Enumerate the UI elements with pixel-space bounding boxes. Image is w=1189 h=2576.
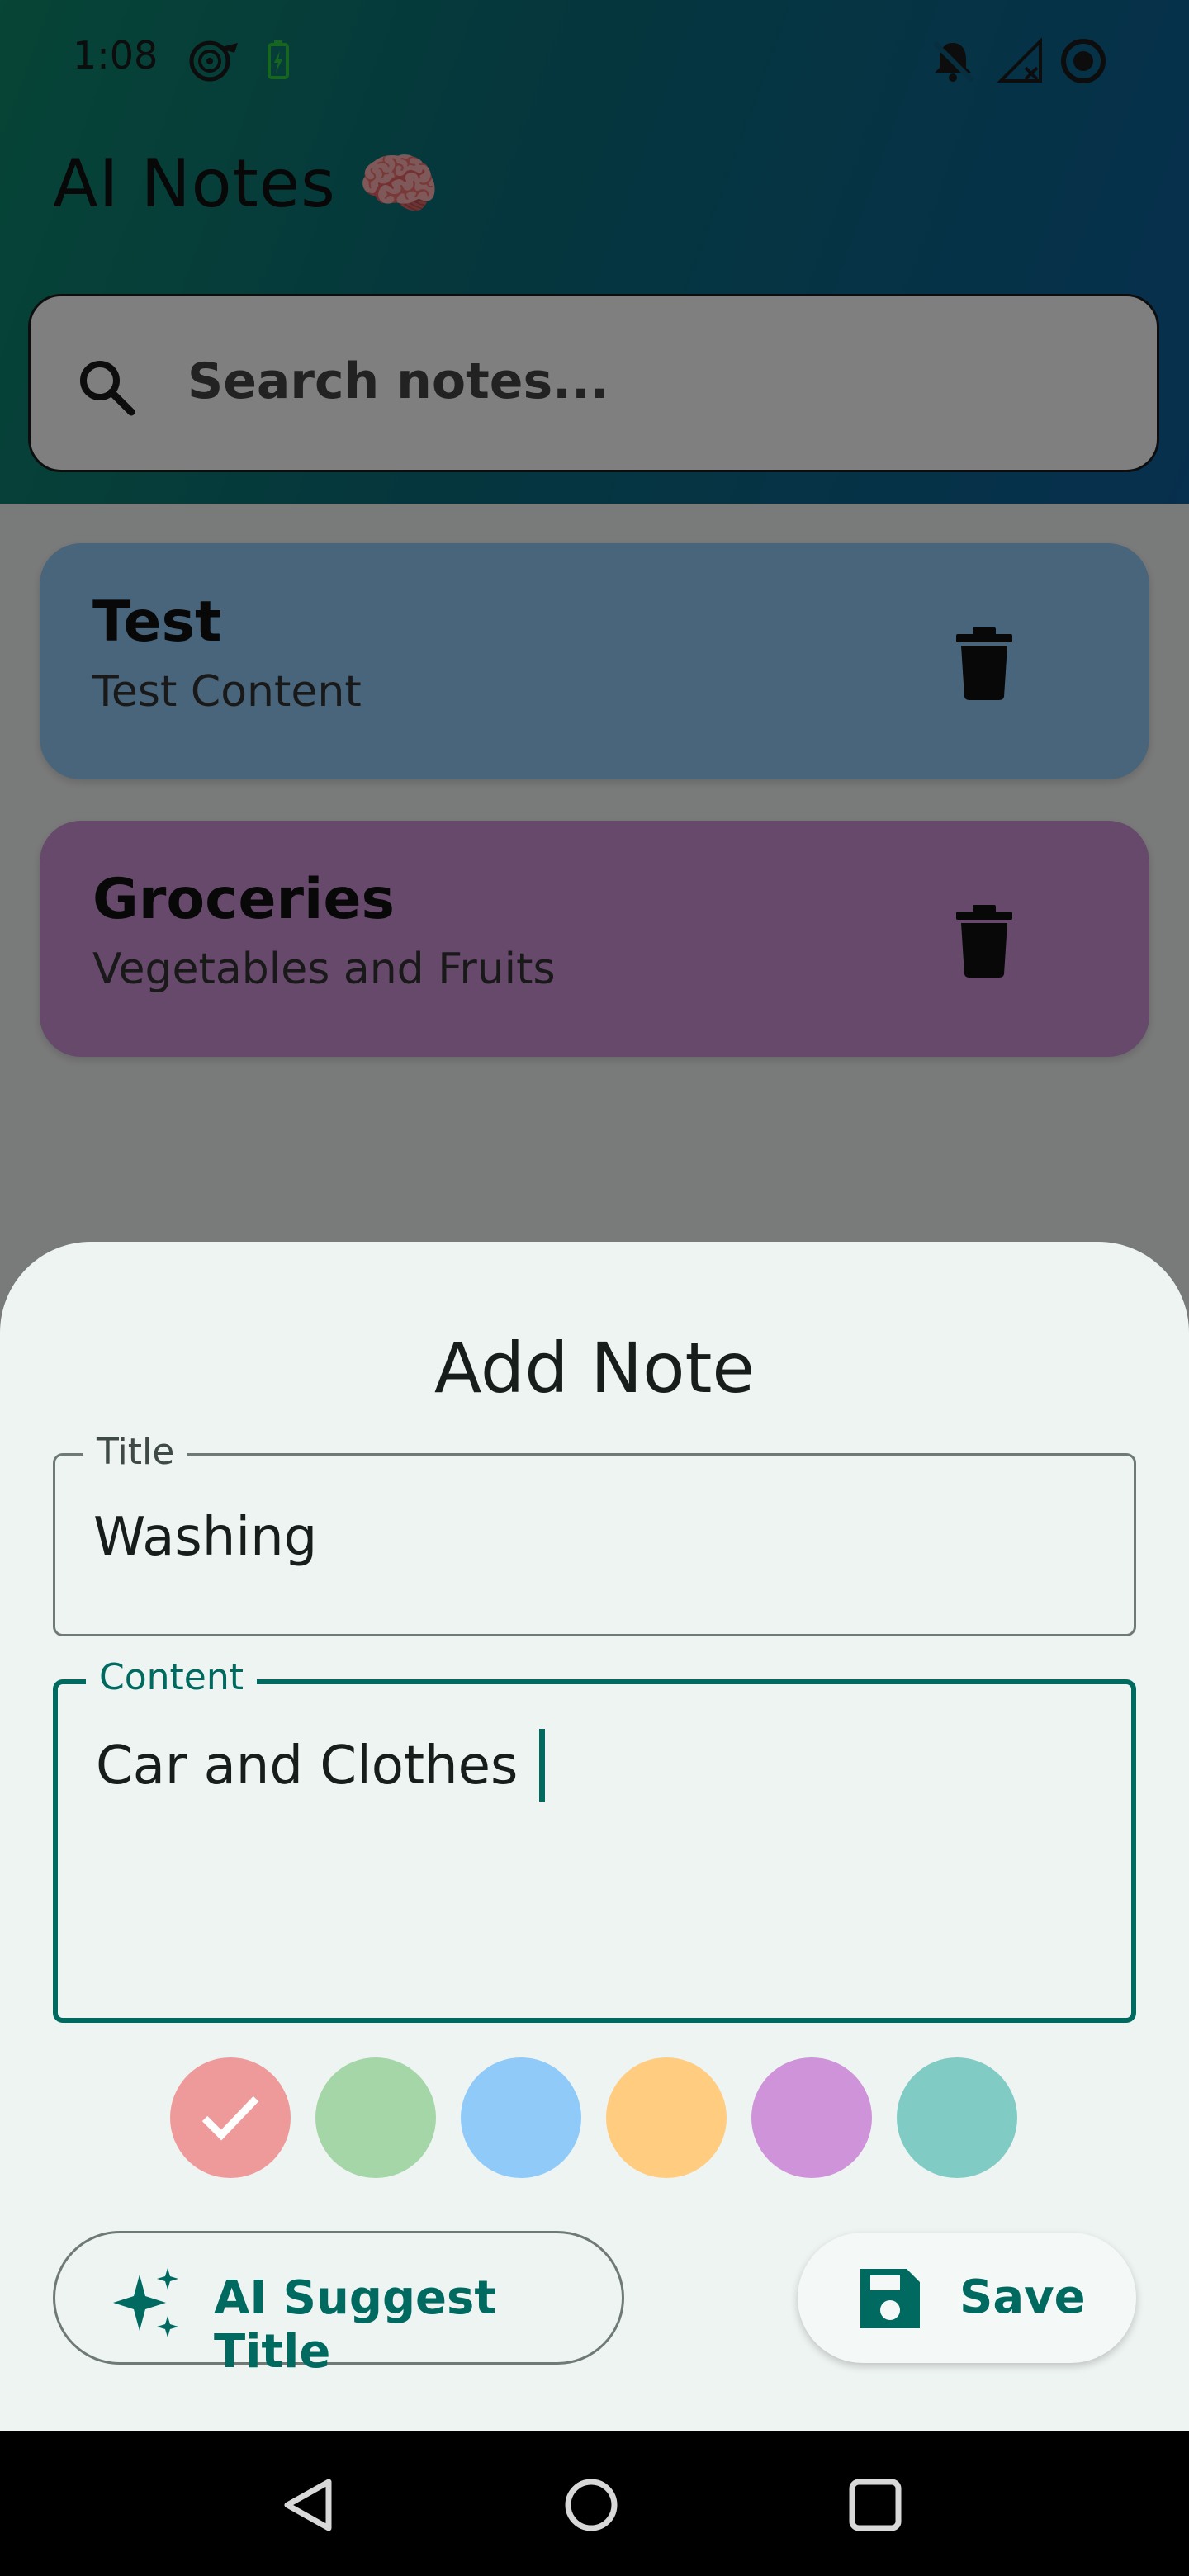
back-icon[interactable] bbox=[276, 2472, 342, 2538]
save-icon bbox=[860, 2269, 920, 2328]
color-swatch-red[interactable] bbox=[170, 2057, 291, 2178]
system-navigation-bar bbox=[0, 2431, 1189, 2576]
recents-icon[interactable] bbox=[842, 2472, 908, 2538]
ai-suggest-title-button[interactable]: AI Suggest Title bbox=[53, 2231, 624, 2379]
save-label: Save bbox=[959, 2271, 1086, 2324]
add-note-bottom-sheet: Add Note Title Washing Content Car and C… bbox=[0, 1242, 1189, 2431]
content-input-text: Car and Clothes bbox=[96, 1735, 519, 1797]
content-field-label: Content bbox=[86, 1656, 257, 1698]
title-input[interactable]: Washing bbox=[93, 1507, 317, 1568]
color-swatch-teal[interactable] bbox=[897, 2057, 1017, 2178]
color-swatch-blue[interactable] bbox=[461, 2057, 581, 2178]
content-input[interactable]: Car and Clothes bbox=[96, 1729, 546, 1802]
sparkle-icon bbox=[113, 2268, 178, 2337]
title-field-label: Title bbox=[83, 1431, 188, 1473]
ai-suggest-title-label: AI Suggest Title bbox=[214, 2271, 497, 2379]
content-field[interactable]: Content Car and Clothes bbox=[53, 1656, 1136, 2023]
title-field[interactable]: Title Washing bbox=[53, 1431, 1136, 1636]
save-button[interactable]: Save bbox=[798, 2233, 1136, 2363]
check-icon bbox=[201, 2095, 259, 2141]
color-swatch-orange[interactable] bbox=[606, 2057, 727, 2178]
color-swatch-purple[interactable] bbox=[751, 2057, 872, 2178]
color-swatch-green[interactable] bbox=[315, 2057, 436, 2178]
home-icon[interactable] bbox=[558, 2472, 624, 2538]
sheet-title: Add Note bbox=[433, 1328, 756, 1409]
text-caret bbox=[539, 1729, 546, 1802]
app-screen: 1:08 bbox=[0, 0, 1189, 2431]
